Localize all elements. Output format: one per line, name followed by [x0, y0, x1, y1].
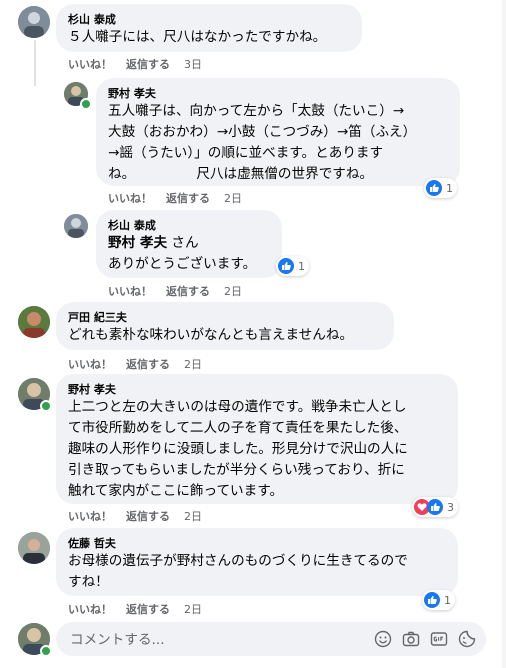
comment-actions: いいね！ 返信する 2日: [108, 283, 256, 299]
thread-line: [34, 74, 36, 86]
timestamp[interactable]: 2日: [184, 603, 202, 616]
reaction-summary[interactable]: 3: [412, 497, 458, 517]
comment-author[interactable]: 佐藤 哲夫: [68, 536, 446, 551]
reply-button[interactable]: 返信する: [166, 285, 210, 298]
timestamp[interactable]: 2日: [224, 192, 242, 205]
comment-actions: いいね！ 返信する 2日: [68, 356, 216, 372]
comment-actions: いいね！ 返信する 2日: [108, 190, 256, 206]
comment-bubble: 杉山 泰成 ５人囃子には、尺八はなかったですかね。: [56, 4, 362, 52]
reply-button[interactable]: 返信する: [166, 192, 210, 205]
sticker-icon[interactable]: [458, 630, 476, 648]
reaction-count: 1: [446, 181, 453, 195]
reaction-count: 3: [447, 500, 454, 514]
timestamp[interactable]: 2日: [184, 510, 202, 523]
like-button[interactable]: いいね！: [68, 603, 112, 616]
avatar[interactable]: [18, 532, 50, 564]
comment-bubble: 野村 孝夫 五人囃子は、向かって左から「太鼓（たいこ）→ 大鼓（おおかわ）→小鼓…: [96, 78, 460, 186]
comment-text: 上二つと左の大きいのは母の遺作です。戦争未亡人とし て市役所勤めをして二人の子を…: [68, 399, 408, 499]
reaction-count: 1: [444, 593, 451, 607]
avatar[interactable]: [64, 214, 88, 238]
reply-button[interactable]: 返信する: [126, 358, 170, 371]
thumbs-up-icon: [278, 258, 294, 274]
mention-suffix: さん: [167, 235, 199, 251]
comment-bubble: 戸田 紀三夫 どれも素朴な味わいがなんとも言えませんね。: [56, 302, 394, 350]
mention-link[interactable]: 野村 孝夫: [108, 235, 167, 251]
comment-text: 五人囃子は、向かって左から「太鼓（たいこ）→ 大鼓（おおかわ）→小鼓（こつづみ）…: [108, 103, 417, 182]
thumbs-up-icon: [424, 592, 440, 608]
comment-bubble: 佐藤 哲夫 お母様の遺伝子が野村さんのものづくりに生きてるので すね！: [56, 528, 458, 596]
like-button[interactable]: いいね！: [108, 192, 152, 205]
smiley-icon[interactable]: [374, 630, 392, 648]
reply-button[interactable]: 返信する: [126, 510, 170, 523]
online-status-icon: [80, 98, 92, 110]
reaction-summary[interactable]: 1: [424, 178, 457, 198]
comment-text: ５人囃子には、尺八はなかったですかね。: [68, 29, 327, 45]
like-button[interactable]: いいね！: [68, 58, 112, 71]
timestamp[interactable]: 2日: [224, 285, 242, 298]
online-status-icon: [40, 400, 52, 412]
comment-bubble: 野村 孝夫 上二つと左の大きいのは母の遺作です。戦争未亡人とし て市役所勤めをし…: [56, 374, 458, 504]
thread-line: [34, 40, 36, 76]
thumbs-up-icon: [427, 499, 443, 515]
avatar[interactable]: [18, 306, 50, 338]
reaction-count: 1: [298, 259, 305, 273]
comment-author[interactable]: 杉山 泰成: [108, 218, 270, 233]
comment-author[interactable]: 野村 孝夫: [68, 382, 446, 397]
comment-text: ありがとうございます。: [108, 256, 257, 272]
comment-actions: いいね！ 返信する 2日: [68, 601, 216, 617]
comment-text: どれも素朴な味わいがなんとも言えませんね。: [68, 327, 354, 343]
avatar[interactable]: [18, 6, 50, 38]
comment-author[interactable]: 野村 孝夫: [108, 86, 448, 101]
comment-text: 野村 孝夫 さん: [108, 233, 270, 254]
reaction-summary[interactable]: 1: [276, 256, 309, 276]
comment-actions: いいね！ 返信する 3日: [68, 56, 216, 72]
reply-button[interactable]: 返信する: [126, 603, 170, 616]
comment-text: お母様の遺伝子が野村さんのものづくりに生きてるので すね！: [68, 553, 408, 590]
online-status-icon: [40, 645, 52, 657]
reaction-summary[interactable]: 1: [422, 590, 455, 610]
comment-composer: [56, 622, 486, 658]
timestamp[interactable]: 3日: [184, 58, 202, 71]
comment-author[interactable]: 杉山 泰成: [68, 12, 350, 27]
camera-icon[interactable]: [402, 630, 420, 648]
comment-input[interactable]: [68, 622, 372, 658]
comment-bubble: 杉山 泰成 野村 孝夫 さん ありがとうございます。: [96, 210, 282, 278]
like-button[interactable]: いいね！: [108, 285, 152, 298]
like-button[interactable]: いいね！: [68, 358, 112, 371]
scrollbar[interactable]: [502, 0, 506, 668]
thumbs-up-icon: [426, 180, 442, 196]
comment-actions: いいね！ 返信する 2日: [68, 508, 216, 524]
timestamp[interactable]: 2日: [184, 358, 202, 371]
reply-button[interactable]: 返信する: [126, 58, 170, 71]
like-button[interactable]: いいね！: [68, 510, 112, 523]
gif-icon[interactable]: [430, 630, 448, 648]
comment-author[interactable]: 戸田 紀三夫: [68, 310, 382, 325]
